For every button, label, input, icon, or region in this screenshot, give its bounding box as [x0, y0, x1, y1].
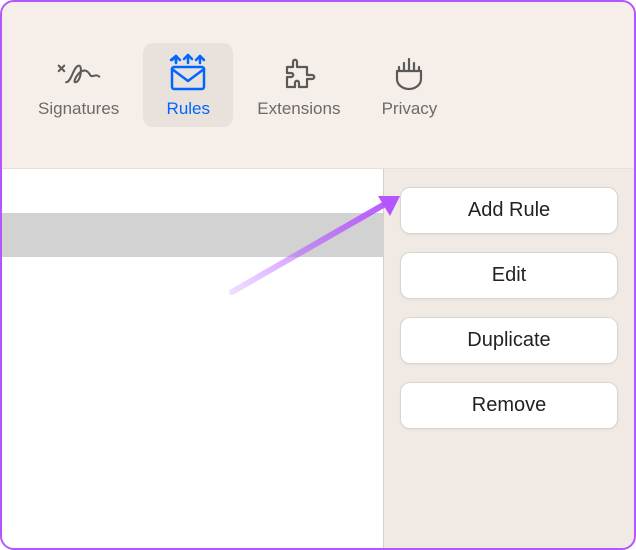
add-rule-button[interactable]: Add Rule	[400, 187, 618, 234]
extensions-icon	[275, 51, 323, 95]
toolbar-tab-signatures[interactable]: Signatures	[22, 43, 135, 127]
toolbar-label: Privacy	[382, 99, 438, 119]
preferences-window: Signatures	[0, 0, 636, 550]
privacy-icon	[385, 51, 433, 95]
rules-icon	[164, 51, 212, 95]
content-area: Add Rule Edit Duplicate Remove	[2, 169, 634, 548]
toolbar-tab-rules[interactable]: Rules	[143, 43, 233, 127]
list-item[interactable]	[2, 169, 383, 213]
signature-icon	[55, 51, 103, 95]
toolbar-tab-extensions[interactable]: Extensions	[241, 43, 356, 127]
toolbar-label: Rules	[167, 99, 210, 119]
duplicate-button[interactable]: Duplicate	[400, 317, 618, 364]
edit-button[interactable]: Edit	[400, 252, 618, 299]
toolbar: Signatures	[2, 2, 634, 169]
list-item[interactable]	[2, 213, 383, 257]
toolbar-label: Signatures	[38, 99, 119, 119]
buttons-panel: Add Rule Edit Duplicate Remove	[384, 169, 634, 548]
remove-button[interactable]: Remove	[400, 382, 618, 429]
toolbar-label: Extensions	[257, 99, 340, 119]
toolbar-tab-privacy[interactable]: Privacy	[364, 43, 454, 127]
rules-list[interactable]	[2, 169, 384, 548]
